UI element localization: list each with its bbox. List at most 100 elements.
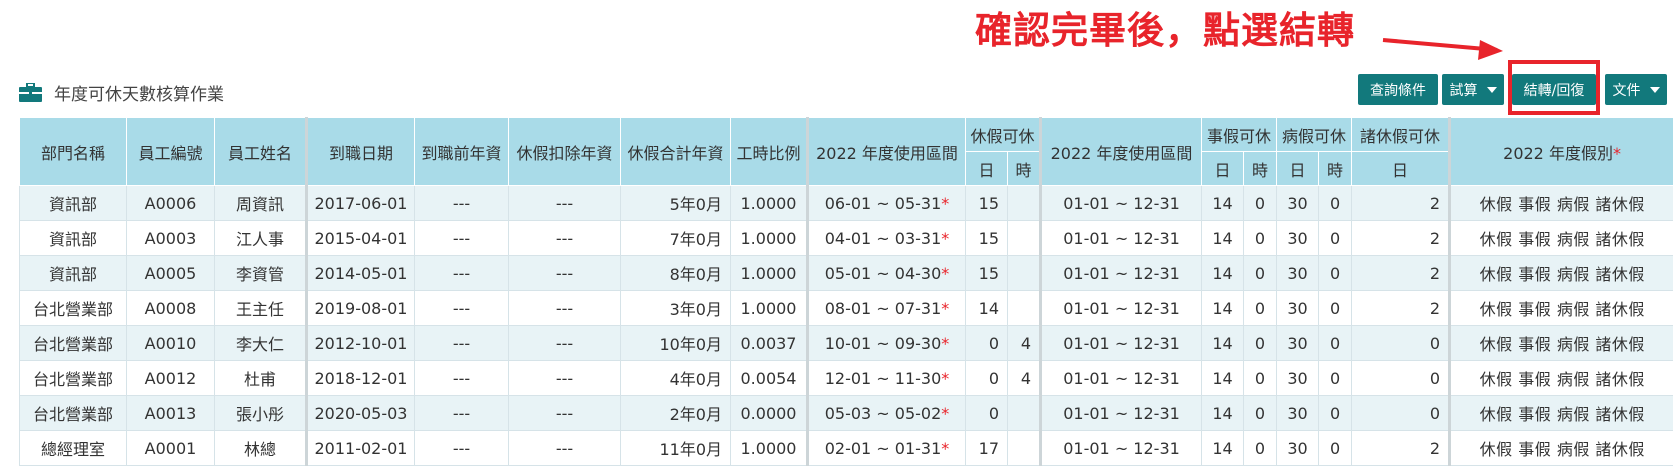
query-conditions-button[interactable]: 查詢條件 [1358,74,1438,105]
leave-deduct-cell: --- [509,186,621,221]
sick-hour-cell: 0 [1319,221,1352,256]
document-button[interactable]: 文件 [1605,74,1667,105]
period-annual-cell: 04-01 ~ 03-31* [808,221,966,256]
leave-total-cell: 2年0月 [621,396,731,431]
annual-day-cell: 15 [966,186,1008,221]
emp-name-cell: 江人事 [215,221,307,256]
prior-seniority-cell: --- [415,221,509,256]
emp-name-cell: 李大仁 [215,326,307,361]
header-other-day: 日 [1352,152,1450,186]
period-annual-cell: 06-01 ~ 05-31* [808,186,966,221]
table-row[interactable]: 資訊部A0003江人事2015-04-01------7年0月1.000004-… [20,221,1673,256]
hour-ratio-cell: 1.0000 [731,256,808,291]
sick-day-cell: 30 [1277,186,1319,221]
hour-ratio-cell: 1.0000 [731,431,808,466]
trial-calc-label: 試算 [1450,80,1478,100]
annual-day-cell: 0 [966,396,1008,431]
leave-types-cell[interactable]: 休假 事假 病假 諸休假 [1450,256,1673,291]
personal-hour-cell: 0 [1244,431,1277,466]
personal-day-cell: 14 [1202,291,1244,326]
header-sick-hour: 時 [1319,152,1352,186]
period-value: 06-01 ~ 05-31 [825,194,942,213]
personal-hour-cell: 0 [1244,361,1277,396]
dept-cell: 台北營業部 [20,291,127,326]
header-hire-date[interactable]: 到職日期 [307,118,415,186]
leave-total-cell: 5年0月 [621,186,731,221]
emp-no-cell: A0008 [127,291,215,326]
leave-types-cell[interactable]: 休假 事假 病假 諸休假 [1450,361,1673,396]
prior-seniority-cell: --- [415,431,509,466]
other-day-cell: 0 [1352,361,1450,396]
trial-calc-button[interactable]: 試算 [1442,74,1504,105]
table-row[interactable]: 台北營業部A0013張小彤2020-05-03------2年0月0.00000… [20,396,1673,431]
personal-hour-cell: 0 [1244,221,1277,256]
header-emp-name[interactable]: 員工姓名 [215,118,307,186]
header-period-other[interactable]: 2022 年度使用區間 [1041,118,1202,186]
briefcase-icon [19,83,42,102]
header-prior-seniority[interactable]: 到職前年資 [415,118,509,186]
leave-types-cell[interactable]: 休假 事假 病假 諸休假 [1450,221,1673,256]
table-row[interactable]: 資訊部A0006周資訊2017-06-01------5年0月1.000006-… [20,186,1673,221]
sick-hour-cell: 0 [1319,186,1352,221]
emp-name-cell: 王主任 [215,291,307,326]
table-row[interactable]: 台北營業部A0010李大仁2012-10-01------10年0月0.0037… [20,326,1673,361]
table-row[interactable]: 台北營業部A0012杜甫2018-12-01------4年0月0.005412… [20,361,1673,396]
leave-types-cell[interactable]: 休假 事假 病假 諸休假 [1450,396,1673,431]
header-hour-ratio[interactable]: 工時比例 [731,118,808,186]
sick-day-cell: 30 [1277,326,1319,361]
header-leave-total[interactable]: 休假合計年資 [621,118,731,186]
sick-hour-cell: 0 [1319,361,1352,396]
hour-ratio-cell: 0.0000 [731,396,808,431]
other-day-cell: 2 [1352,186,1450,221]
leave-total-cell: 3年0月 [621,291,731,326]
header-leave-deduct[interactable]: 休假扣除年資 [509,118,621,186]
annual-hour-cell [1008,186,1041,221]
period-other-cell: 01-01 ~ 12-31 [1041,291,1202,326]
header-emp-no[interactable]: 員工編號 [127,118,215,186]
sick-day-cell: 30 [1277,361,1319,396]
period-other-cell: 01-01 ~ 12-31 [1041,326,1202,361]
leave-types-label: 2022 年度假別 [1503,144,1613,163]
leave-deduct-cell: --- [509,396,621,431]
prior-seniority-cell: --- [415,186,509,221]
table-row[interactable]: 台北營業部A0008王主任2019-08-01------3年0月1.00000… [20,291,1673,326]
header-period-annual[interactable]: 2022 年度使用區間 [808,118,966,186]
table-body: 資訊部A0006周資訊2017-06-01------5年0月1.000006-… [20,186,1673,466]
period-other-cell: 01-01 ~ 12-31 [1041,361,1202,396]
emp-name-cell: 周資訊 [215,186,307,221]
prior-seniority-cell: --- [415,256,509,291]
dept-cell: 台北營業部 [20,396,127,431]
leave-types-cell[interactable]: 休假 事假 病假 諸休假 [1450,326,1673,361]
emp-name-cell: 李資管 [215,256,307,291]
dept-cell: 資訊部 [20,256,127,291]
table-row[interactable]: 資訊部A0005李資管2014-05-01------8年0月1.000005-… [20,256,1673,291]
leave-deduct-cell: --- [509,256,621,291]
period-other-cell: 01-01 ~ 12-31 [1041,396,1202,431]
hire-date-cell: 2011-02-01 [307,431,415,466]
caret-down-icon [1650,87,1660,93]
table-row[interactable]: 總經理室A0001林總2011-02-01------11年0月1.000002… [20,431,1673,466]
personal-day-cell: 14 [1202,361,1244,396]
hire-date-cell: 2012-10-01 [307,326,415,361]
emp-no-cell: A0006 [127,186,215,221]
leave-types-cell[interactable]: 休假 事假 病假 諸休假 [1450,186,1673,221]
leave-total-cell: 10年0月 [621,326,731,361]
header-sick-day: 日 [1277,152,1319,186]
leave-deduct-cell: --- [509,361,621,396]
header-sick-leave: 病假可休 [1277,118,1352,152]
personal-hour-cell: 0 [1244,256,1277,291]
personal-hour-cell: 0 [1244,396,1277,431]
leave-types-cell[interactable]: 休假 事假 病假 諸休假 [1450,291,1673,326]
emp-no-cell: A0010 [127,326,215,361]
personal-day-cell: 14 [1202,186,1244,221]
leave-total-cell: 7年0月 [621,221,731,256]
annual-hour-cell [1008,291,1041,326]
period-other-cell: 01-01 ~ 12-31 [1041,431,1202,466]
period-annual-cell: 05-01 ~ 04-30* [808,256,966,291]
leave-types-cell[interactable]: 休假 事假 病假 諸休假 [1450,431,1673,466]
dept-cell: 總經理室 [20,431,127,466]
other-day-cell: 2 [1352,431,1450,466]
personal-hour-cell: 0 [1244,326,1277,361]
sick-day-cell: 30 [1277,396,1319,431]
header-dept[interactable]: 部門名稱 [20,118,127,186]
